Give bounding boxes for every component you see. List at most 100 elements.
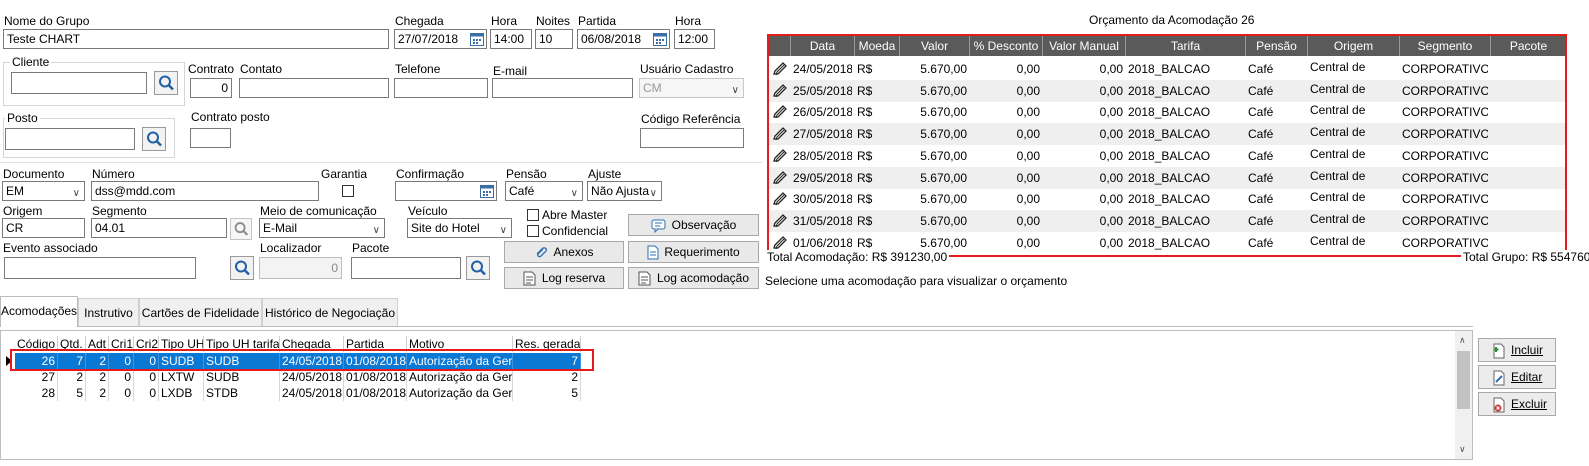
observation-button[interactable]: Observação (628, 214, 759, 236)
locator-input[interactable]: 0 (259, 257, 342, 279)
edit-pencil-icon[interactable] (772, 123, 790, 145)
confidential-checkbox[interactable] (527, 225, 539, 237)
edit-pencil-icon[interactable] (772, 145, 790, 167)
post-contract-input[interactable] (190, 128, 231, 148)
edit-pencil-icon[interactable] (772, 167, 790, 189)
segment-input[interactable]: 04.01 (91, 218, 227, 238)
tab-instrutivo[interactable]: Instrutivo (78, 298, 139, 326)
arrival-date-input[interactable]: 27/07/2018 (394, 29, 487, 49)
budget-column-header[interactable]: % Desconto (970, 36, 1043, 56)
budget-column-header[interactable]: Data (791, 36, 855, 56)
tab-historico-negociacao[interactable]: Histórico de Negociação (262, 298, 398, 326)
budget-column-header[interactable]: Pacote (1491, 36, 1565, 56)
comm-select[interactable]: E-Mail ∨ (259, 218, 385, 238)
budget-cell: Café (1248, 148, 1274, 163)
budget-cell: 2018_BALCAO (1128, 235, 1211, 250)
budget-column-header[interactable]: Segmento (1400, 36, 1491, 56)
document-icon (647, 245, 659, 260)
arrival-time-input[interactable]: 14:00 (490, 29, 532, 49)
client-input[interactable] (11, 72, 147, 94)
email-input[interactable] (492, 78, 633, 98)
edit-pencil-icon[interactable] (772, 101, 790, 123)
post-input[interactable] (5, 128, 135, 150)
budget-cell: Café (1248, 192, 1274, 207)
budget-column-header[interactable]: Valor (900, 36, 970, 56)
number-input[interactable]: dss@mdd.com (91, 181, 319, 201)
ref-code-label: Código Referência (641, 112, 741, 126)
budget-cell: Central de (1310, 103, 1366, 118)
include-button[interactable]: Incluir (1478, 338, 1556, 362)
confirmation-date-input[interactable] (395, 181, 497, 201)
edit-button[interactable]: Editar (1478, 365, 1556, 389)
user-select[interactable]: CM ∨ (639, 78, 744, 98)
calendar-icon[interactable] (652, 31, 668, 47)
tab-acomodacoes[interactable]: Acomodações (0, 296, 78, 327)
total-group-text: Total Grupo: R$ 554760,00 (1461, 250, 1589, 264)
post-label: Posto (5, 111, 40, 125)
budget-row[interactable]: 31/05/2018 R$ 5.670,00 0,00 0,00 2018_BALCAO C… (769, 209, 1565, 232)
log-room-button[interactable]: Log acomodação (628, 267, 759, 289)
budget-row[interactable]: 24/05/2018 R$ 5.670,00 0,00 0,00 2018_BALCAO C… (769, 58, 1565, 80)
contact-input[interactable] (239, 78, 389, 98)
board-select[interactable]: Café ∨ (505, 181, 583, 201)
budget-column-header[interactable]: Tarifa (1126, 36, 1246, 56)
edit-pencil-icon[interactable] (772, 210, 790, 232)
contract-input[interactable]: 0 (190, 78, 232, 98)
edit-pencil-icon[interactable] (772, 58, 790, 80)
budget-cell: 0,00 (1099, 148, 1123, 163)
tab-cartoes-fidelidade[interactable]: Cartões de Fidelidade (139, 298, 262, 326)
budget-cell: 5.670,00 (920, 83, 967, 98)
package-input[interactable] (351, 257, 461, 279)
budget-column-header[interactable]: Valor Manual (1043, 36, 1126, 56)
budget-column-header[interactable]: Pensão (1246, 36, 1308, 56)
budget-row[interactable]: 26/05/2018 R$ 5.670,00 0,00 0,00 2018_BALCAO C… (769, 101, 1565, 123)
guarantee-checkbox[interactable] (342, 185, 354, 197)
budget-cell: Central de (1310, 233, 1366, 248)
open-master-checkbox[interactable] (527, 209, 539, 221)
attachments-button[interactable]: Anexos (504, 241, 624, 263)
user-label: Usuário Cadastro (640, 62, 734, 76)
package-search-button[interactable] (466, 256, 490, 280)
ref-code-input[interactable] (640, 128, 744, 148)
budget-row[interactable]: 28/05/2018 R$ 5.670,00 0,00 0,00 2018_BALCAO C… (769, 145, 1565, 167)
budget-column-header[interactable]: Origem (1308, 36, 1400, 56)
event-search-button[interactable] (230, 256, 254, 280)
calendar-icon[interactable] (479, 183, 495, 199)
rooms-grid-scrollbar[interactable]: ∧ ∨ (1455, 331, 1472, 459)
vehicle-select[interactable]: Site do Hotel ∨ (407, 218, 512, 238)
phone-input[interactable] (394, 78, 488, 98)
document-select[interactable]: EM ∨ (2, 181, 85, 201)
delete-button[interactable]: Excluir (1478, 392, 1556, 416)
budget-cell: R$ (857, 170, 873, 185)
group-name-input[interactable]: Teste CHART (3, 29, 389, 49)
budget-cell (1493, 80, 1564, 102)
scroll-down-icon[interactable]: ∨ (1459, 444, 1466, 455)
budget-cell: 26/05/2018 (793, 105, 852, 120)
budget-row[interactable]: 27/05/2018 R$ 5.670,00 0,00 0,00 2018_BALCAO C… (769, 123, 1565, 146)
adjust-select[interactable]: Não Ajusta ∨ (587, 181, 662, 201)
edit-pencil-icon[interactable] (772, 188, 790, 210)
scrollbar-thumb[interactable] (1457, 351, 1470, 409)
budget-cell: 24/05/2018 (793, 62, 852, 76)
nights-input[interactable]: 10 (535, 29, 573, 49)
post-search-button[interactable] (142, 127, 166, 151)
segment-search-button[interactable] (230, 218, 252, 240)
log-reservation-button[interactable]: Log reserva (504, 267, 624, 289)
rooms-cell: 2 (86, 369, 109, 385)
calendar-icon[interactable] (469, 31, 485, 47)
budget-column-header[interactable]: Moeda (855, 36, 900, 56)
rooms-row[interactable]: 27 2 2 0 0 LXTW SUDB 24/05/2018 01/08/2018 Autori… (15, 369, 581, 385)
budget-row[interactable]: 29/05/2018 R$ 5.670,00 0,00 0,00 2018_BALCAO C… (769, 166, 1565, 189)
scroll-up-icon[interactable]: ∧ (1459, 335, 1466, 346)
origin-input[interactable]: CR (2, 218, 85, 238)
rooms-row[interactable]: 28 5 2 0 0 LXDB STDB 24/05/2018 01/08/2018 Autori… (15, 385, 581, 401)
departure-time-input[interactable]: 12:00 (674, 29, 715, 49)
budget-row[interactable]: 25/05/2018 R$ 5.670,00 0,00 0,00 2018_BALCAO C… (769, 79, 1565, 102)
chevron-down-icon: ∨ (570, 188, 578, 199)
client-search-button[interactable] (154, 71, 178, 95)
edit-pencil-icon[interactable] (772, 80, 790, 102)
event-input[interactable] (4, 257, 196, 279)
departure-date-input[interactable]: 06/08/2018 (577, 29, 670, 49)
budget-row[interactable]: 30/05/2018 R$ 5.670,00 0,00 0,00 2018_BALCAO C… (769, 188, 1565, 210)
requirement-button[interactable]: Requerimento (628, 241, 759, 263)
